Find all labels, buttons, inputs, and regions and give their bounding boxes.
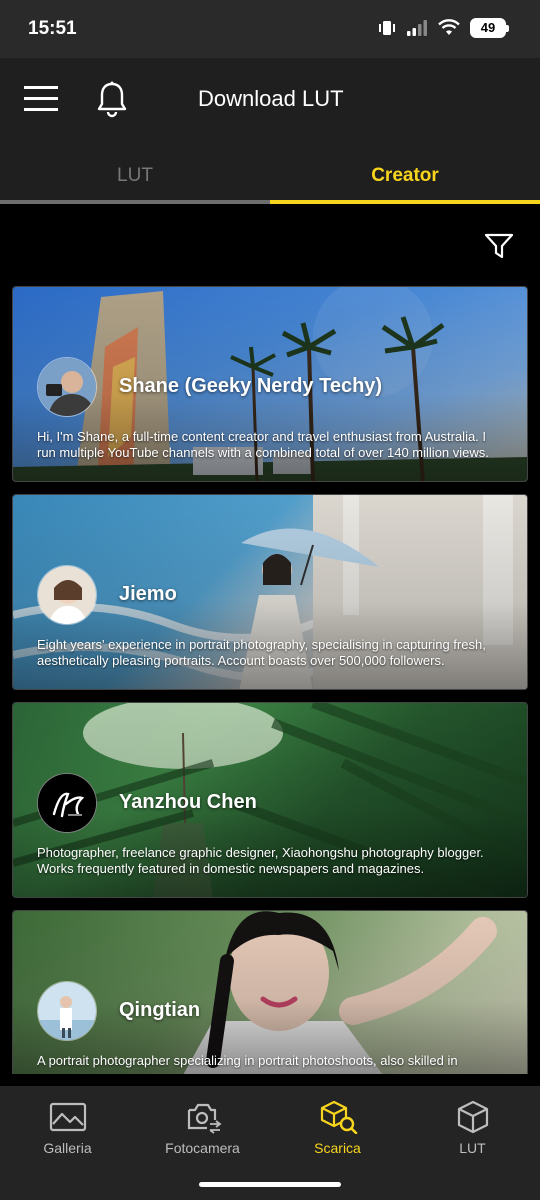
cube-icon [457, 1100, 488, 1134]
creator-card-yanzhou-chen[interactable]: Yanzhou Chen Photographer, freelance gra… [12, 702, 528, 898]
status-time: 15:51 [28, 18, 77, 39]
nav-item-lut[interactable]: LUT [405, 1086, 540, 1168]
creator-avatar [37, 773, 97, 833]
tab-creator-label: Creator [371, 165, 439, 186]
creator-card-jiemo[interactable]: Jiemo Eight years' experience in portrai… [12, 494, 528, 690]
creator-card-shane[interactable]: Shane (Geeky Nerdy Techy) Hi, I'm Shane,… [12, 286, 528, 482]
creator-card-qingtian[interactable]: Qingtian A portrait photographer special… [12, 910, 528, 1074]
nav-item-scarica[interactable]: Scarica [270, 1086, 405, 1168]
home-indicator[interactable] [199, 1182, 341, 1187]
download-search-icon [320, 1100, 357, 1134]
creator-description: Hi, I'm Shane, a full-time content creat… [37, 429, 489, 460]
nav-label: Galleria [43, 1140, 92, 1156]
nav-item-fotocamera[interactable]: Fotocamera [135, 1086, 270, 1168]
creator-description: A portrait photographer specializing in … [37, 1053, 458, 1068]
battery-icon: 49 [470, 18, 509, 38]
creator-avatar [37, 357, 97, 417]
creator-avatar [37, 981, 97, 1041]
gallery-icon [49, 1102, 86, 1132]
status-icons: 49 [378, 18, 509, 38]
creator-name: Yanzhou Chen [119, 791, 257, 813]
tab-lut-label: LUT [117, 165, 153, 186]
creator-name: Qingtian [119, 999, 201, 1021]
hamburger-menu-icon[interactable] [24, 84, 58, 114]
nav-label: Fotocamera [165, 1140, 240, 1156]
bell-icon[interactable] [96, 80, 128, 118]
creator-name: Jiemo [119, 583, 177, 605]
creator-name: Shane (Geeky Nerdy Techy) [119, 375, 383, 397]
tab-creator[interactable]: Creator [270, 142, 540, 204]
creator-description: Eight years' experience in portrait phot… [37, 637, 486, 668]
page-title: Download LUT [198, 86, 344, 111]
creator-avatar [37, 565, 97, 625]
filter-icon[interactable] [484, 232, 514, 260]
creator-description: Photographer, freelance graphic designer… [37, 845, 484, 876]
signal-icon [407, 20, 427, 36]
nav-item-galleria[interactable]: Galleria [0, 1086, 135, 1168]
camera-switch-icon [187, 1103, 221, 1134]
vibrate-icon [379, 21, 395, 35]
bottom-navigation: Galleria Fotocamera Scarica LUT [0, 1086, 540, 1168]
nav-label: Scarica [314, 1140, 361, 1156]
wifi-icon [438, 19, 460, 35]
nav-label: LUT [459, 1140, 486, 1156]
tab-bar: LUT Creator [0, 142, 540, 204]
home-indicator-area [0, 1168, 540, 1200]
status-bar: 15:51 49 [0, 0, 540, 58]
signature-logo [38, 774, 96, 832]
tab-lut[interactable]: LUT [0, 142, 270, 204]
app-header: Download LUT [0, 58, 540, 142]
